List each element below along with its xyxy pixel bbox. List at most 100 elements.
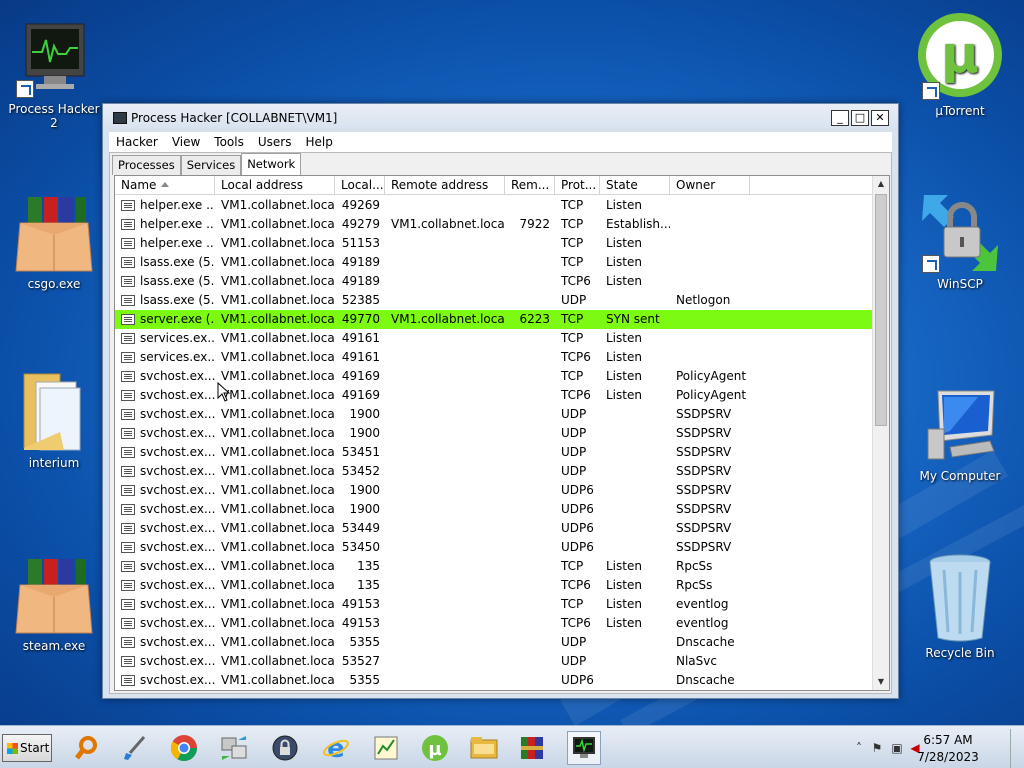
taskbar-network-transfer-icon[interactable] [217,731,251,765]
column-header-owner[interactable]: Owner [670,176,750,195]
menu-view[interactable]: View [165,132,207,152]
taskbar-paintbrush-icon[interactable] [118,731,152,765]
table-row[interactable]: svchost.ex... VM1.collabnet.local 135 TCP Li… [115,557,873,576]
table-row[interactable]: server.exe (... VM1.collabnet.local 49770 V… [115,310,873,329]
table-row[interactable]: svchost.ex... VM1.collabnet.local 53449 UDP… [115,519,873,538]
maximize-button[interactable]: □ [851,110,869,126]
cell-state: Listen [606,255,642,269]
process-window-icon [121,599,135,610]
cell-process-name: svchost.ex... [115,576,215,595]
taskbar-folder-icon[interactable] [467,731,501,765]
cell-protocol: UDP6 [561,483,594,497]
taskbar-chrome-icon[interactable] [167,731,201,765]
vertical-scrollbar[interactable]: ▲ ▼ [872,176,889,690]
table-row[interactable]: svchost.ex... VM1.collabnet.local 49153 TCP… [115,595,873,614]
cell-state [600,424,670,443]
cell-remote-port [505,595,555,614]
table-row[interactable]: svchost.ex... VM1.collabnet.local 135 TCP6 L… [115,576,873,595]
desktop-icon-recycle-bin[interactable]: Recycle Bin [912,552,1008,660]
desktop-icon-my-computer[interactable]: My Computer [912,385,1008,483]
desktop-icon-utorrent[interactable]: µ µTorrent [912,10,1008,118]
table-row[interactable]: svchost.ex... VM1.collabnet.local 53452 UDP… [115,462,873,481]
table-row[interactable]: svchost.ex... VM1.collabnet.local 5355 UDP D… [115,633,873,652]
tab-services[interactable]: Services [180,155,242,175]
taskbar-keepass-icon[interactable] [268,731,302,765]
cell-owner: PolicyAgent [676,388,747,402]
menu-tools[interactable]: Tools [207,132,251,152]
table-row[interactable]: helper.exe ... VM1.collabnet.local 49269 TC… [115,196,873,215]
taskbar-winrar-icon[interactable] [515,731,549,765]
table-row[interactable]: services.ex... VM1.collabnet.local 49161 TC… [115,348,873,367]
system-tray: ˄ ⚑ ▣ ◀ 6:57 AM 7/28/2023 [848,729,1022,768]
taskbar-internet-explorer-icon[interactable]: e [319,731,353,765]
table-row[interactable]: helper.exe ... VM1.collabnet.local 51153 TC… [115,234,873,253]
taskbar-utorrent-icon[interactable]: µ [418,731,452,765]
cell-local-address: VM1.collabnet.local [221,445,335,459]
close-button[interactable]: ✕ [871,110,889,126]
scroll-up-icon[interactable]: ▲ [873,176,889,192]
show-hidden-icons-icon[interactable]: ˄ [852,741,866,755]
process-name-text: svchost.ex... [140,635,215,649]
menu-help[interactable]: Help [298,132,339,152]
table-row[interactable]: svchost.ex... VM1.collabnet.local 49153 TCP… [115,614,873,633]
title-bar[interactable]: Process Hacker [COLLABNET\VM1] _ □ ✕ [103,104,898,132]
desktop-icon-winscp[interactable]: WinSCP [912,193,1008,291]
column-header-remote-port[interactable]: Rem... [505,176,555,195]
scroll-down-icon[interactable]: ▼ [873,674,889,690]
cell-state [600,538,670,557]
start-button[interactable]: Start [2,734,52,762]
table-row[interactable]: svchost.ex... VM1.collabnet.local 1900 UDP S… [115,405,873,424]
cell-process-name: svchost.ex... [115,652,215,671]
table-row[interactable]: services.ex... VM1.collabnet.local 49161 TC… [115,329,873,348]
table-row[interactable]: svchost.ex... VM1.collabnet.local 1900 UDP6… [115,481,873,500]
cell-state: Listen [606,350,642,364]
show-desktop-button[interactable] [1010,729,1022,768]
tab-processes[interactable]: Processes [112,155,181,175]
table-row[interactable]: svchost.ex... VM1.collabnet.local 5355 UDP6… [115,671,873,690]
tab-network[interactable]: Network [241,153,302,175]
network-table: Name Local address Local... Remote addre… [114,175,890,691]
desktop-icon-interium[interactable]: interium [6,372,102,470]
cell-local-address: VM1.collabnet.local [221,255,335,269]
cell-remote-address: VM1.collabnet.local [391,217,505,231]
column-header-local-port[interactable]: Local... [335,176,385,195]
column-header-local-address[interactable]: Local address [215,176,335,195]
column-header-state[interactable]: State [600,176,670,195]
cell-local-port: 49161 [341,350,380,364]
table-row[interactable]: helper.exe ... VM1.collabnet.local 49279 VM… [115,215,873,234]
table-row[interactable]: lsass.exe (5... VM1.collabnet.local 49189 T… [115,253,873,272]
table-row[interactable]: svchost.ex... VM1.collabnet.local 53527 UDP… [115,652,873,671]
table-row[interactable]: svchost.ex... VM1.collabnet.local 53450 UDP… [115,538,873,557]
desktop-icon-process-hacker[interactable]: Process Hacker 2 [6,18,102,130]
desktop-icon-steam[interactable]: steam.exe [6,555,102,653]
taskbar-chart-editor-icon[interactable] [369,731,403,765]
cell-process-name: services.ex... [115,348,215,367]
column-header-name[interactable]: Name [115,176,215,195]
cell-protocol: UDP6 [561,502,594,516]
taskbar-process-hacker-icon[interactable] [567,731,601,765]
table-row[interactable]: svchost.ex... VM1.collabnet.local 1900 UDP S… [115,424,873,443]
cell-owner [670,348,750,367]
action-center-flag-icon[interactable]: ⚑ [870,741,884,755]
cell-remote-address [385,424,505,443]
process-window-icon [121,371,135,382]
minimize-button[interactable]: _ [831,110,849,126]
cell-process-name: svchost.ex... [115,481,215,500]
menu-hacker[interactable]: Hacker [109,132,165,152]
taskbar-search-icon[interactable] [70,731,104,765]
table-row[interactable]: lsass.exe (5... VM1.collabnet.local 49189 T… [115,272,873,291]
table-row[interactable]: lsass.exe (5... VM1.collabnet.local 52385 U… [115,291,873,310]
table-row[interactable]: svchost.ex... VM1.collabnet.local 53451 UDP… [115,443,873,462]
desktop-icon-csgo[interactable]: csgo.exe [6,193,102,291]
cell-process-name: helper.exe ... [115,215,215,234]
column-header-protocol[interactable]: Prot... [555,176,600,195]
clock-time[interactable]: 6:57 AM [908,733,988,747]
column-header-remote-address[interactable]: Remote address [385,176,505,195]
network-icon[interactable]: ▣ [890,741,904,755]
menu-users[interactable]: Users [251,132,299,152]
cell-local-address: VM1.collabnet.local [221,464,335,478]
table-row[interactable]: svchost.ex... VM1.collabnet.local 1900 UDP6… [115,500,873,519]
clock-date[interactable]: 7/28/2023 [908,750,988,764]
cell-remote-port: 7922 [519,217,550,231]
scroll-thumb[interactable] [875,194,887,426]
